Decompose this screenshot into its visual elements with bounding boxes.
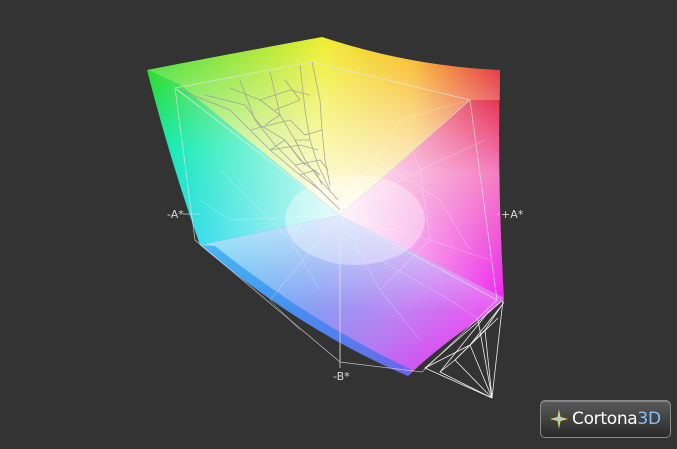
logo-name-accent: 3D xyxy=(637,409,661,429)
axis-label-neg-a: -A* xyxy=(167,208,184,221)
axis-label-neg-b: -B* xyxy=(333,370,350,383)
3d-viewport[interactable]: -A* +A* -B* +B* Cortona3D xyxy=(0,0,677,445)
axis-label-pos-a: +A* xyxy=(501,208,524,221)
logo-text: Cortona3D xyxy=(572,409,661,429)
axis-label-pos-b: +B* xyxy=(330,45,353,58)
logo-name-main: Cortona xyxy=(572,409,638,429)
cortona-star-icon xyxy=(550,409,568,429)
cortona3d-logo[interactable]: Cortona3D xyxy=(540,400,671,438)
